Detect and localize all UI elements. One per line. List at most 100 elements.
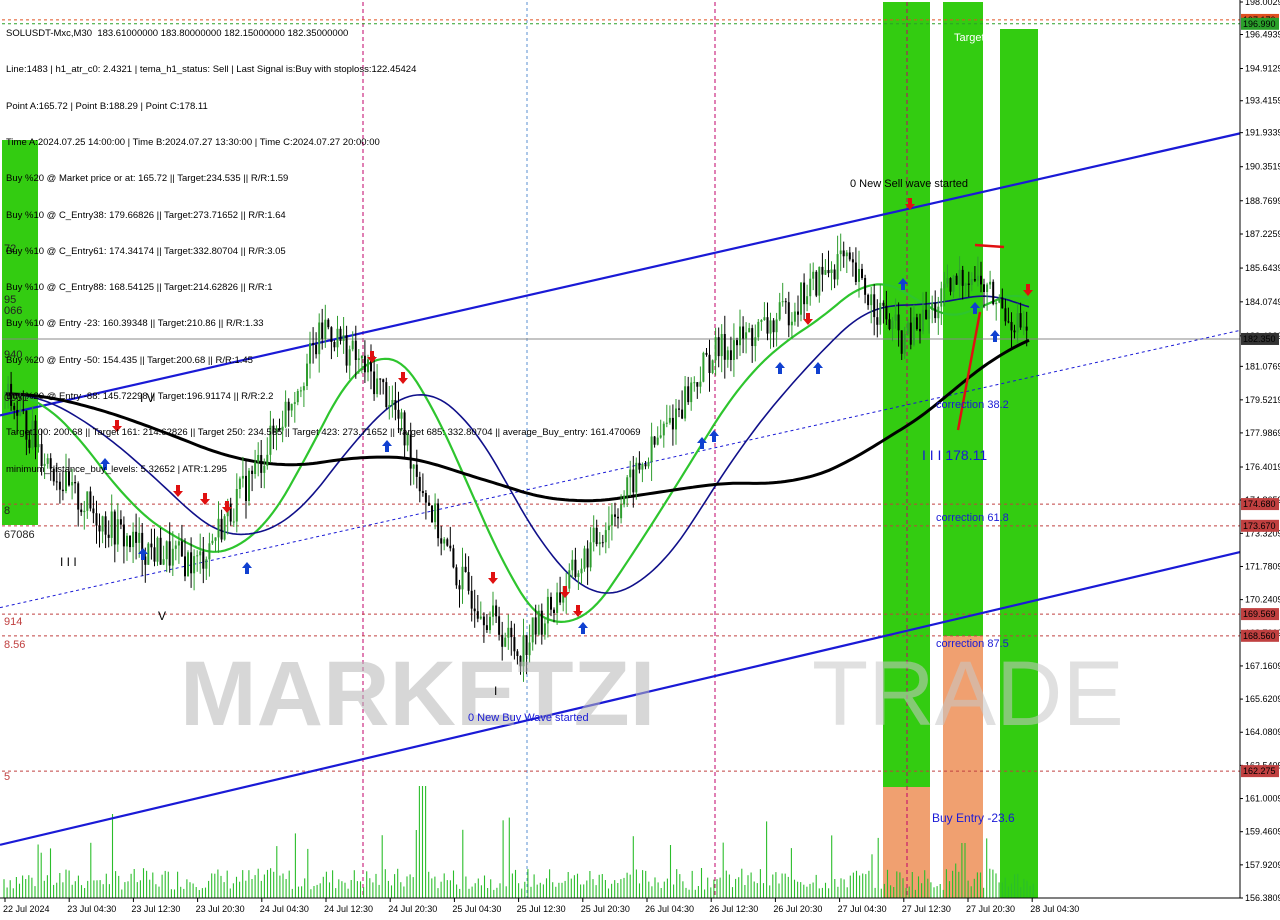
candle-body: [830, 269, 833, 273]
candle-body: [534, 617, 537, 635]
candle-body: [485, 625, 488, 630]
candle-body: [217, 518, 220, 538]
candle-body: [479, 616, 482, 619]
candle-body: [961, 269, 964, 286]
candle-body: [208, 543, 211, 560]
candle-body: [110, 511, 113, 538]
price-tick-label: 184.0749: [1245, 297, 1280, 307]
target1-note: Target1: [954, 32, 991, 44]
candle-body: [675, 408, 677, 430]
candle-body: [574, 559, 577, 577]
candle-body: [1025, 326, 1028, 331]
price-tick-label: 171.7809: [1245, 561, 1280, 571]
candle-body: [903, 334, 906, 354]
candle-body: [915, 317, 918, 330]
candle-body: [86, 491, 89, 511]
candle-body: [919, 329, 921, 332]
candle-body: [199, 551, 202, 556]
left-edge-label: 8: [4, 505, 10, 517]
level-tag-label: 182.350: [1243, 334, 1276, 344]
candle-body: [174, 545, 177, 549]
candle-body: [949, 278, 952, 292]
sell-arrow-icon: [488, 572, 498, 584]
candle-body: [583, 548, 586, 569]
correction-87-note: correction 87.5: [936, 638, 1009, 650]
candle-body: [766, 317, 769, 334]
candle-body: [159, 537, 162, 565]
price-tick-label: 164.0809: [1245, 727, 1280, 737]
candle-body: [906, 322, 909, 334]
candle-body: [165, 541, 168, 560]
candle-body: [693, 382, 696, 384]
candle-body: [815, 271, 818, 296]
candle-body: [867, 294, 870, 306]
candle-body: [107, 534, 110, 538]
candle-body: [492, 605, 494, 617]
candle-body: [211, 540, 214, 544]
sell-arrow-icon: [200, 493, 210, 505]
candle-body: [790, 321, 793, 326]
candle-body: [171, 548, 174, 566]
wave-iii-label: I I I: [60, 555, 77, 569]
candle-body: [696, 382, 699, 387]
candle-body: [424, 493, 427, 503]
candle-body: [973, 279, 976, 281]
volume-bars: [3, 786, 1034, 898]
price-tick-label: 161.0009: [1245, 794, 1280, 804]
time-tick-label: 28 Jul 04:30: [1030, 904, 1079, 914]
candle-body: [95, 513, 98, 526]
candle-body: [138, 532, 141, 543]
time-tick-label: 22 Jul 2024: [3, 904, 50, 914]
candle-body: [458, 585, 461, 590]
candle-body: [577, 573, 580, 577]
candle-body: [205, 559, 208, 569]
candle-body: [455, 567, 458, 586]
candle-body: [983, 284, 985, 292]
candle-body: [931, 303, 934, 310]
candle-body: [797, 311, 799, 315]
candle-body: [940, 288, 943, 307]
price-tick-label: 198.0029: [1245, 0, 1280, 7]
buy-arrow-icon: [813, 362, 823, 374]
price-tick-label: 157.9209: [1245, 860, 1280, 870]
info-line: Buy %10 @ C_Entry61: 174.34174 || Target…: [6, 245, 286, 257]
candle-body: [821, 266, 824, 275]
time-tick-label: 25 Jul 04:30: [452, 904, 501, 914]
candle-body: [699, 381, 702, 387]
candle-body: [980, 275, 982, 285]
candle-body: [129, 535, 131, 548]
candle-body: [604, 530, 607, 543]
price-tick-label: 181.0769: [1245, 361, 1280, 371]
candle-body: [787, 302, 790, 326]
candle-body: [1010, 322, 1013, 331]
candle-body: [757, 321, 760, 338]
sell-wave-note: 0 New Sell wave started: [850, 178, 968, 190]
candle-body: [104, 516, 107, 535]
level-tag-label: 169.569: [1243, 609, 1276, 619]
candle-body: [162, 559, 165, 565]
candle-body: [229, 503, 232, 522]
price-tick-label: 177.9869: [1245, 428, 1280, 438]
candle-body: [498, 616, 501, 635]
candle-body: [434, 503, 437, 523]
candle-body: [925, 309, 928, 319]
candle-body: [601, 542, 604, 544]
time-tick-label: 24 Jul 04:30: [260, 904, 309, 914]
candle-body: [751, 328, 754, 346]
candle-body: [793, 311, 796, 322]
candle-body: [992, 281, 995, 305]
price-tick-label: 194.9129: [1245, 64, 1280, 74]
candle-body: [101, 516, 104, 532]
candle-body: [452, 548, 455, 568]
info-line: Buy %20 @ Entry -50: 154.435 || Target:2…: [6, 354, 253, 366]
candle-body: [848, 252, 851, 260]
watermark-right: TRADE: [812, 643, 1124, 745]
candle-body: [446, 539, 449, 546]
candle-body: [202, 551, 205, 569]
candle-body: [440, 538, 443, 544]
candle-body: [946, 278, 949, 284]
candle-body: [711, 360, 714, 373]
candle-body: [586, 548, 589, 568]
candle-body: [623, 495, 626, 505]
price-tick-label: 188.7699: [1245, 196, 1280, 206]
